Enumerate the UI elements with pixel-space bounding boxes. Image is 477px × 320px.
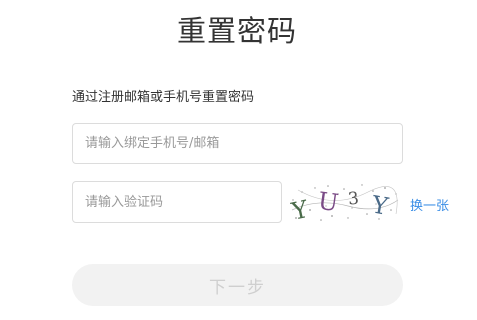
captcha-char: 3 xyxy=(347,189,360,210)
reset-password-page: 重置密码 通过注册邮箱或手机号重置密码 Y U 3 Y 换一张 下一步 xyxy=(0,0,477,320)
refresh-captcha-link[interactable]: 换一张 xyxy=(410,195,449,214)
page-subtitle: 通过注册邮箱或手机号重置密码 xyxy=(72,90,255,105)
account-input[interactable] xyxy=(72,123,403,164)
captcha-char: Y xyxy=(369,190,392,221)
page-title: 重置密码 xyxy=(176,14,297,48)
captcha-char: Y xyxy=(288,195,311,224)
verify-code-input[interactable] xyxy=(72,181,282,223)
next-step-button[interactable]: 下一步 xyxy=(72,264,403,306)
captcha-char: U xyxy=(316,187,340,218)
captcha-image[interactable]: Y U 3 Y xyxy=(288,180,400,224)
